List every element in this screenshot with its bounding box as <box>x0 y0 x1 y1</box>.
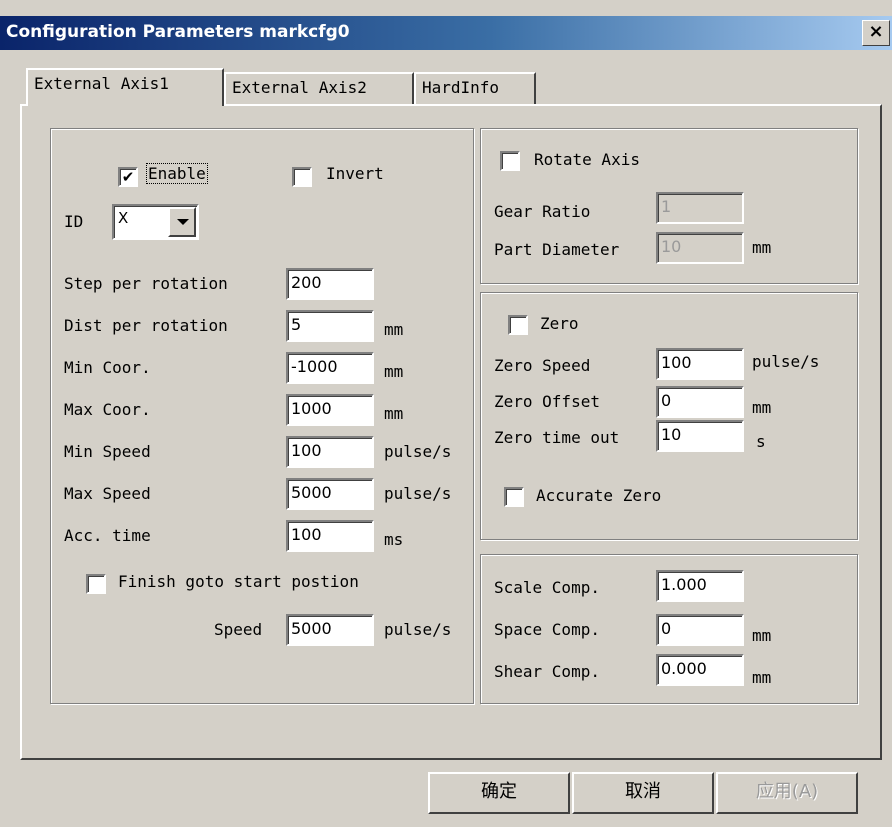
zero-speed-label: Zero Speed <box>494 356 591 375</box>
shear-comp-input[interactable]: 0.000 <box>656 654 744 686</box>
chevron-down-icon[interactable] <box>168 207 196 237</box>
zero-offset-input[interactable]: 0 <box>656 386 744 418</box>
zero-timeout-input[interactable]: 10 <box>656 420 744 452</box>
min-coor-input[interactable]: -1000 <box>286 352 374 384</box>
dist-unit: mm <box>384 320 404 339</box>
max-coor-unit: mm <box>384 404 404 423</box>
min-coor-label: Min Coor. <box>64 358 151 377</box>
id-select[interactable]: X <box>112 204 199 240</box>
speed-unit: pulse/s <box>384 620 452 639</box>
scale-comp-input[interactable]: 1.000 <box>656 570 744 602</box>
max-speed-unit: pulse/s <box>384 484 452 503</box>
close-button[interactable]: × <box>862 20 890 46</box>
scale-comp-label: Scale Comp. <box>494 578 600 597</box>
part-diameter-input[interactable]: 10 <box>656 232 744 264</box>
acc-time-unit: ms <box>384 530 404 549</box>
acc-time-label: Acc. time <box>64 526 151 545</box>
max-coor-input[interactable]: 1000 <box>286 394 374 426</box>
zero-speed-input[interactable]: 100 <box>656 348 744 380</box>
ok-button[interactable]: 确定 <box>428 772 570 814</box>
finish-goto-start-label: Finish goto start postion <box>118 572 359 591</box>
gear-ratio-label: Gear Ratio <box>494 202 591 221</box>
min-speed-label: Min Speed <box>64 442 151 461</box>
dist-label: Dist per rotation <box>64 316 228 335</box>
enable-checkbox[interactable]: ✔ <box>118 167 138 187</box>
speed-label: Speed <box>214 620 263 639</box>
invert-checkbox[interactable] <box>292 167 312 187</box>
shear-comp-unit: mm <box>752 668 772 687</box>
min-speed-unit: pulse/s <box>384 442 452 461</box>
gear-ratio-input[interactable]: 1 <box>656 192 744 224</box>
accurate-zero-checkbox[interactable] <box>504 487 524 507</box>
invert-label: Invert <box>326 164 384 183</box>
tab-label: External Axis1 <box>34 74 169 93</box>
rotate-axis-label: Rotate Axis <box>534 150 640 169</box>
cancel-button[interactable]: 取消 <box>572 772 714 814</box>
max-speed-label: Max Speed <box>64 484 151 503</box>
shear-comp-label: Shear Comp. <box>494 662 600 681</box>
part-diameter-label: Part Diameter <box>494 240 620 259</box>
enable-label: Enable <box>146 163 208 184</box>
zero-offset-label: Zero Offset <box>494 392 600 411</box>
id-label: ID <box>64 212 84 231</box>
finish-goto-start-checkbox[interactable] <box>86 574 106 594</box>
step-label: Step per rotation <box>64 274 228 293</box>
check-icon: ✔ <box>121 168 135 186</box>
id-select-value: X <box>118 209 129 227</box>
accurate-zero-label: Accurate Zero <box>536 486 662 505</box>
zero-timeout-label: Zero time out <box>494 428 620 447</box>
zero-label: Zero <box>540 314 579 333</box>
max-coor-label: Max Coor. <box>64 400 151 419</box>
part-diameter-unit: mm <box>752 238 772 257</box>
rotate-axis-checkbox[interactable] <box>500 151 520 171</box>
config-dialog: Configuration Parameters markcfg0 × Exte… <box>0 0 892 827</box>
tab-external-axis2[interactable]: External Axis2 <box>224 72 414 104</box>
min-coor-unit: mm <box>384 362 404 381</box>
tab-hardinfo[interactable]: HardInfo <box>414 72 536 104</box>
dist-per-rotation-input[interactable]: 5 <box>286 310 374 342</box>
space-comp-label: Space Comp. <box>494 620 600 639</box>
window-title: Configuration Parameters markcfg0 <box>6 22 350 42</box>
tab-label: External Axis2 <box>232 78 367 97</box>
zero-checkbox[interactable] <box>508 315 528 335</box>
zero-offset-unit: mm <box>752 398 772 417</box>
zero-speed-unit: pulse/s <box>752 352 820 371</box>
min-speed-input[interactable]: 100 <box>286 436 374 468</box>
tab-external-axis1[interactable]: External Axis1 <box>26 68 224 106</box>
space-comp-input[interactable]: 0 <box>656 614 744 646</box>
acc-time-input[interactable]: 100 <box>286 520 374 552</box>
max-speed-input[interactable]: 5000 <box>286 478 374 510</box>
title-bar[interactable]: Configuration Parameters markcfg0 × <box>0 16 892 50</box>
close-icon: × <box>868 21 884 42</box>
tab-label: HardInfo <box>422 78 500 97</box>
space-comp-unit: mm <box>752 626 772 645</box>
speed-input[interactable]: 5000 <box>286 614 374 646</box>
step-per-rotation-input[interactable]: 200 <box>286 268 374 300</box>
apply-button[interactable]: 应用(A) <box>716 772 858 814</box>
zero-timeout-unit: s <box>756 432 766 451</box>
